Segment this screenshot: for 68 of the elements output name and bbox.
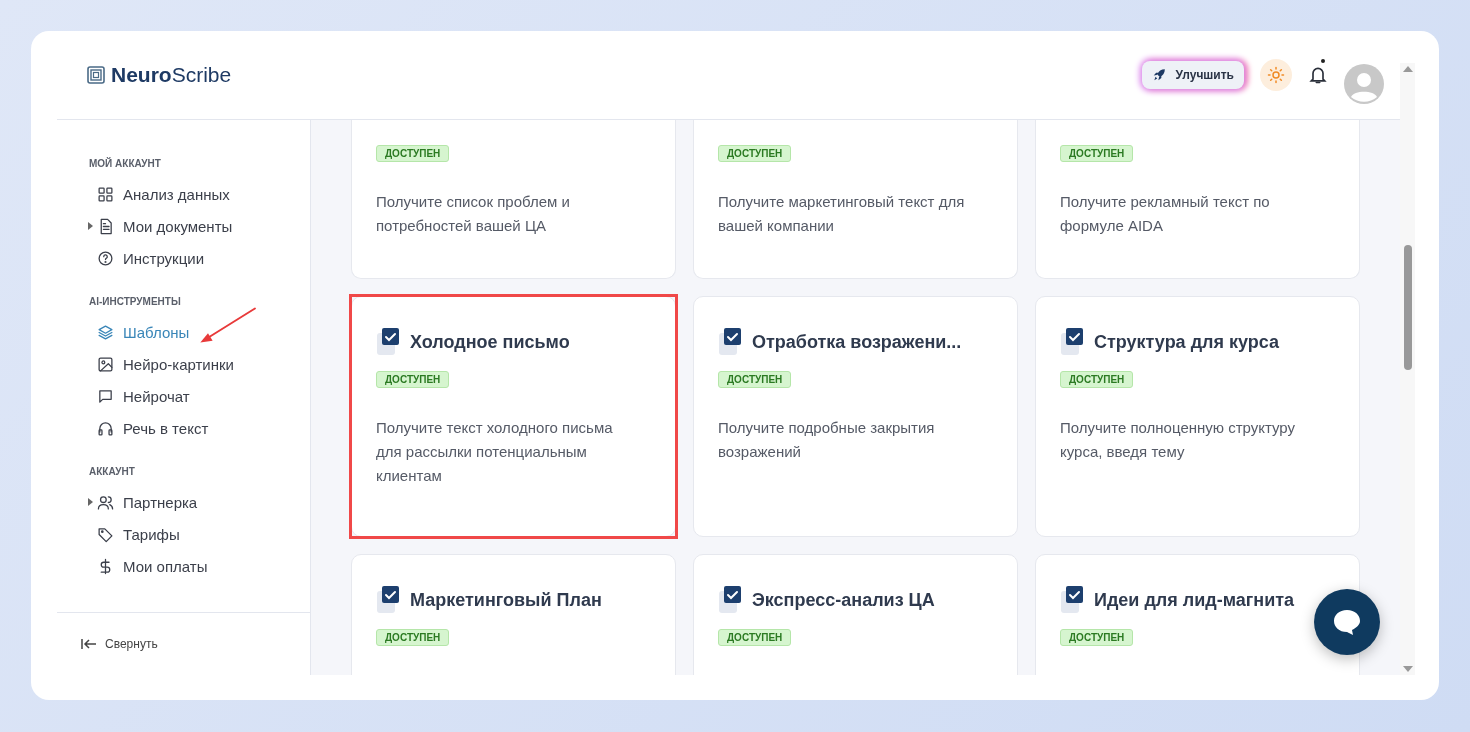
card-description: Получите полноценную структуру курса, введя тему [1060, 418, 1297, 462]
sidebar-item[interactable]: Мои оплаты [97, 557, 208, 575]
card-description: Получите подробные закрытия возражений [718, 418, 936, 462]
card-description: Получите список проблем и потребностей вашей ЦА [376, 192, 571, 236]
status-badge: ДОСТУПЕН [376, 629, 450, 646]
card-description: Получите текст холодного письма для рассылки потенциальным клиентам [376, 418, 614, 486]
caret-icon[interactable] [88, 222, 93, 230]
logo[interactable]: NeuroScribe [87, 63, 232, 87]
tag-icon [97, 525, 114, 543]
sidebar-item[interactable]: Шаблоны [97, 323, 190, 341]
caret-icon[interactable] [88, 498, 93, 506]
upgrade-button[interactable]: Улучшить [1141, 61, 1244, 89]
card-title: Маркетинговый План [410, 589, 602, 611]
template-card[interactable]: ДОСТУПЕН Получите маркетинговый текст для вашей компании [693, 120, 1018, 279]
checkbox-document-icon [376, 585, 402, 615]
card-title: Экспресс-анализ ЦА [752, 589, 935, 611]
question-icon [97, 249, 114, 267]
logo-icon [87, 66, 105, 84]
template-card[interactable]: Идеи для лид-магнита ДОСТУПЕН [1035, 554, 1360, 675]
checkbox-document-icon [1060, 327, 1086, 357]
status-badge: ДОСТУПЕН [718, 371, 792, 388]
theme-toggle[interactable] [1260, 59, 1292, 91]
collapse-icon [81, 638, 97, 650]
status-badge: ДОСТУПЕН [718, 145, 792, 162]
chat-bubble-icon [97, 387, 114, 405]
card-title: Идеи для лид-магнита [1094, 589, 1295, 611]
sidebar-item[interactable]: Мои документы [97, 217, 233, 235]
sidebar-item[interactable]: Речь в текст [97, 419, 209, 437]
template-card[interactable]: Маркетинговый План ДОСТУПЕН [351, 554, 676, 675]
template-card[interactable]: Экспресс-анализ ЦА ДОСТУПЕН [693, 554, 1018, 675]
template-card[interactable]: ДОСТУПЕН Получите рекламный текст по формуле AIDA [1035, 120, 1360, 279]
layers-icon [97, 323, 114, 341]
grid-icon [97, 185, 114, 203]
status-badge: ДОСТУПЕН [1060, 629, 1134, 646]
checkbox-document-icon [718, 327, 744, 357]
status-badge: ДОСТУПЕН [376, 145, 450, 162]
card-title: Структура для курса [1094, 331, 1280, 353]
template-card[interactable]: ДОСТУПЕН Получите список проблем и потребностей вашей ЦА [351, 120, 676, 279]
status-badge: ДОСТУПЕН [718, 629, 792, 646]
image-icon [97, 355, 114, 373]
section-title: AI-ИНСТРУМЕНТЫ [89, 296, 182, 308]
chat-bubble-icon [1332, 608, 1362, 636]
checkbox-document-icon [1060, 585, 1086, 615]
card-description: Получите маркетинговый текст для вашей компании [718, 192, 966, 236]
template-card[interactable]: Структура для курса ДОСТУПЕН Получите полноценную структуру курса, введя тему [1035, 296, 1360, 537]
status-badge: ДОСТУПЕН [1060, 371, 1134, 388]
sun-icon [1267, 66, 1285, 84]
sidebar-item[interactable]: Нейрочат [97, 387, 190, 405]
status-badge: ДОСТУПЕН [1060, 145, 1134, 162]
card-description: Получите рекламный текст по формуле AIDA [1060, 192, 1271, 236]
headphones-icon [97, 419, 114, 437]
sidebar-item[interactable]: Партнерка [97, 493, 198, 511]
collapse-button[interactable]: Свернуть [81, 637, 158, 651]
section-title: АККАУНТ [89, 466, 136, 478]
notification-dot [1321, 59, 1325, 63]
checkbox-document-icon [376, 327, 402, 357]
card-title: Отработка возражени... [752, 331, 962, 353]
users-icon [97, 493, 114, 511]
status-badge: ДОСТУПЕН [376, 371, 450, 388]
sidebar-item[interactable]: Тарифы [97, 525, 180, 543]
template-card[interactable]: Отработка возражени... ДОСТУПЕН Получите подробные закрытия возражений [693, 296, 1018, 537]
sidebar-item[interactable]: Инструкции [97, 249, 205, 267]
template-card[interactable]: Холодное письмо ДОСТУПЕН Получите текст холодного письма для рассылки потенциальным клиентам [351, 296, 676, 537]
card-title: Холодное письмо [410, 331, 570, 353]
checkbox-document-icon [718, 585, 744, 615]
sidebar-item[interactable]: Анализ данных [97, 185, 230, 203]
sidebar-item[interactable]: Нейро-картинки [97, 355, 234, 373]
section-title: МОЙ АККАУНТ [89, 158, 162, 170]
